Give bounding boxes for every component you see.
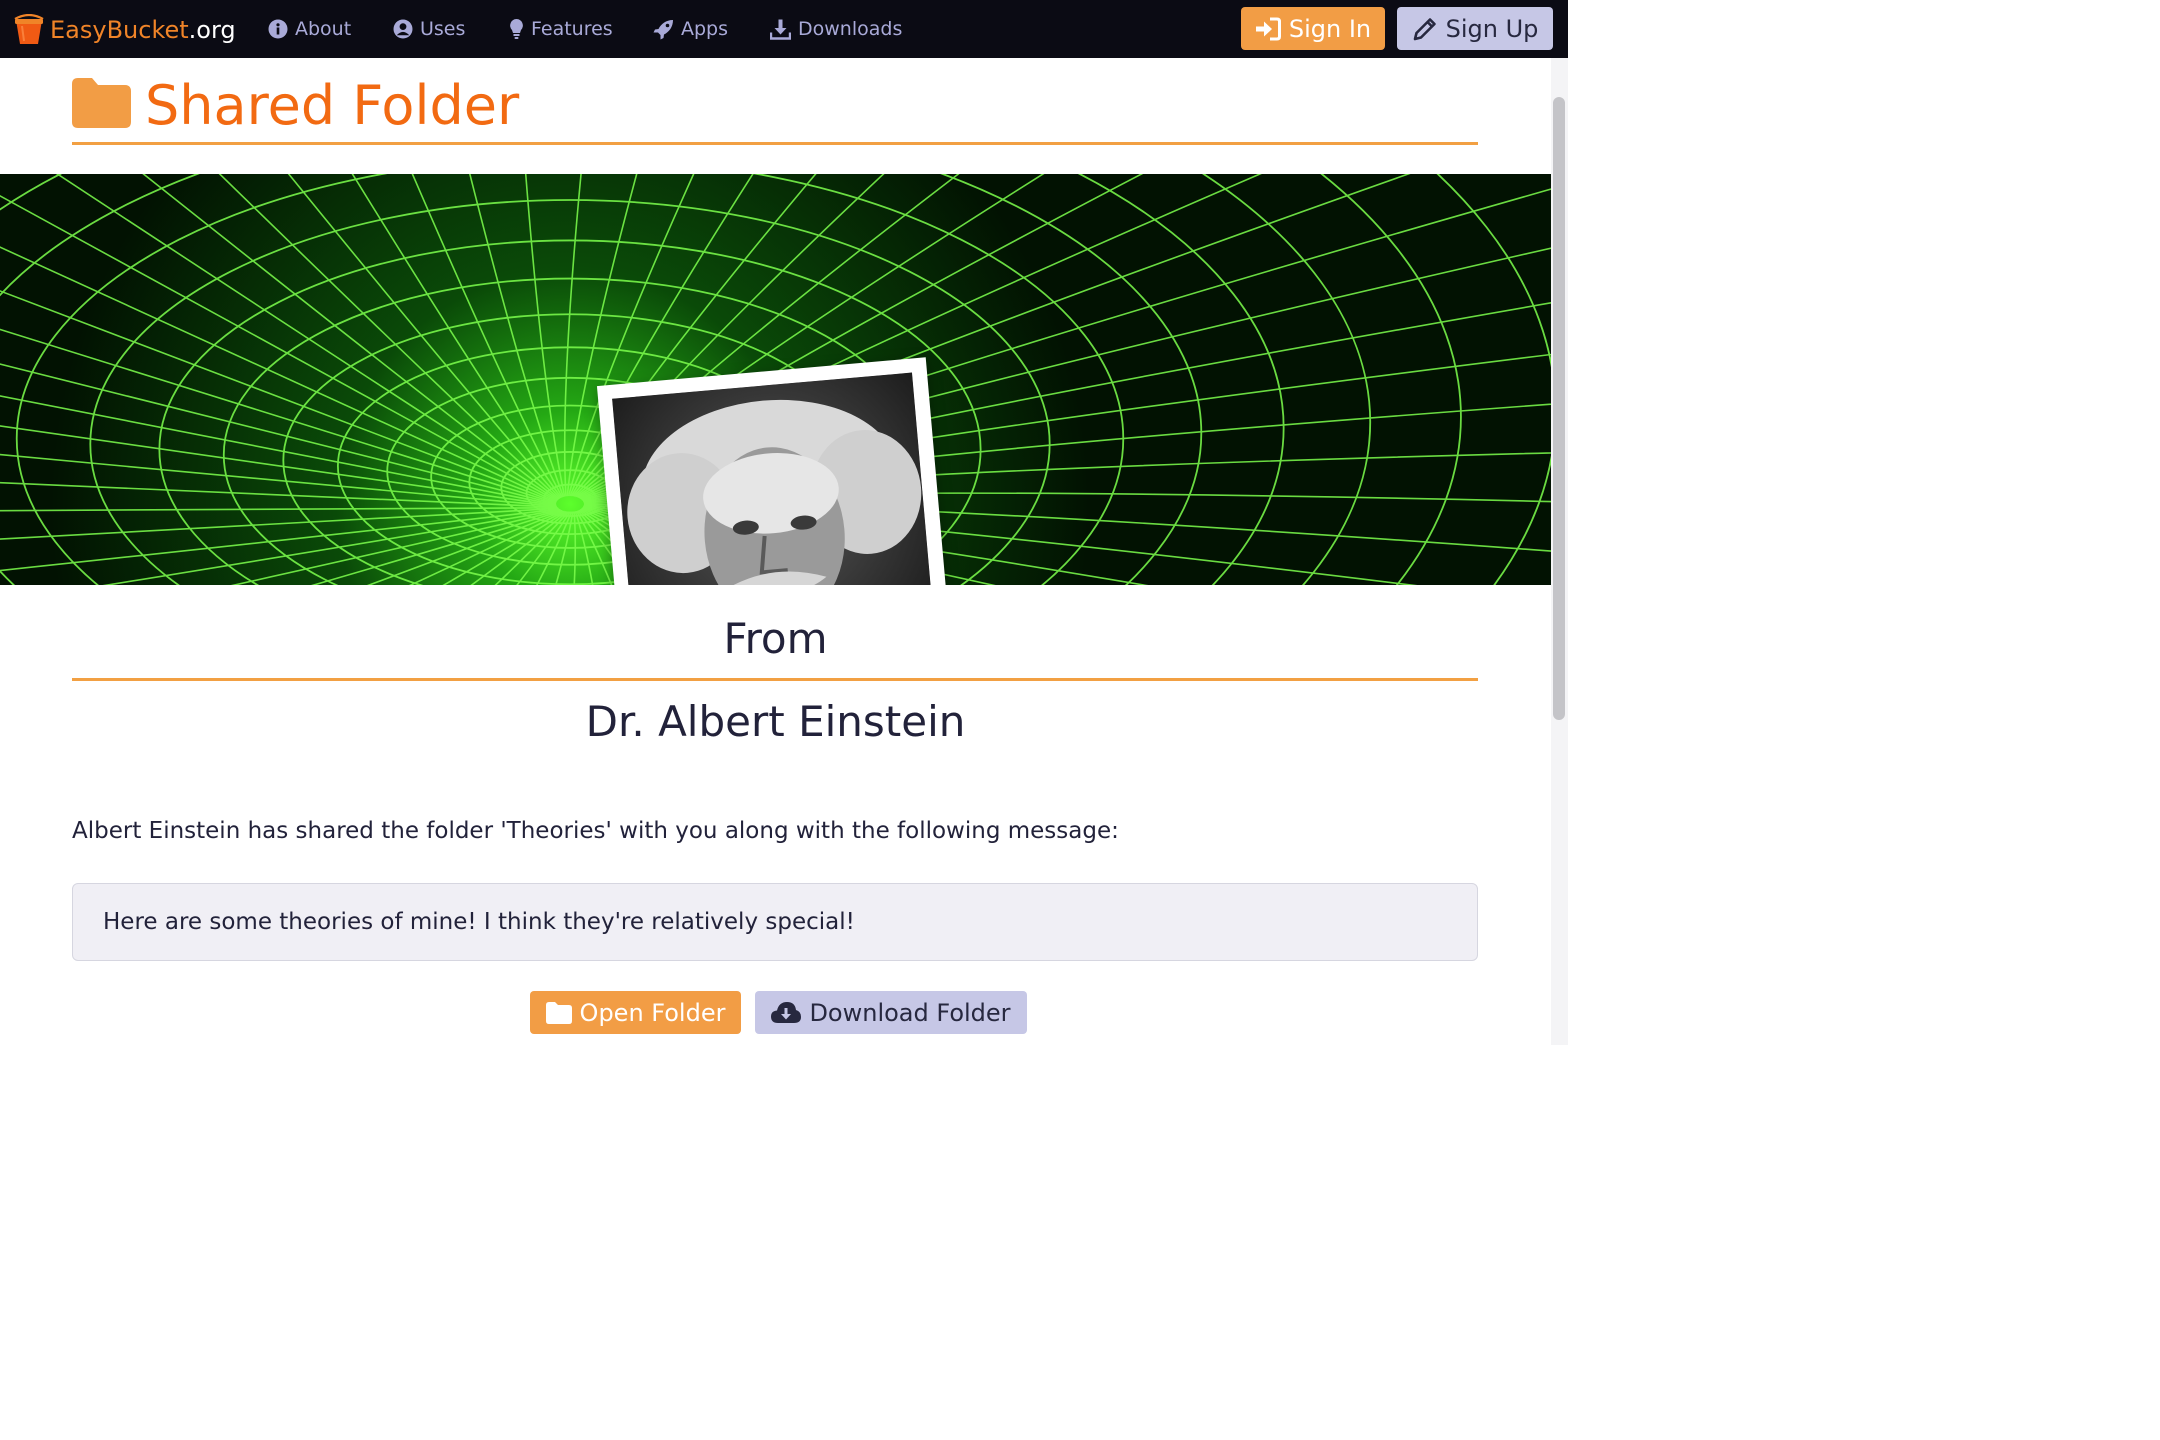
folder-open-icon <box>545 1001 580 1024</box>
lightbulb-icon <box>509 18 531 40</box>
sign-in-button[interactable]: Sign In <box>1241 7 1385 50</box>
download-icon <box>770 19 798 40</box>
hero-banner <box>0 174 1551 585</box>
nav-features-label: Features <box>531 18 613 40</box>
pencil-icon <box>1412 16 1446 42</box>
folder-icon <box>72 78 131 132</box>
sign-up-button[interactable]: Sign Up <box>1397 7 1553 50</box>
nav-apps-label: Apps <box>681 18 729 40</box>
sign-up-label: Sign Up <box>1445 14 1539 43</box>
sign-in-label: Sign In <box>1288 14 1372 43</box>
nav-about[interactable]: About <box>268 14 351 44</box>
download-folder-label: Download Folder <box>809 998 1011 1027</box>
user-circle-icon <box>393 19 420 39</box>
scrollbar-thumb[interactable] <box>1553 97 1565 720</box>
profile-photo-frame <box>596 357 958 585</box>
sender-name: Dr. Albert Einstein <box>585 697 966 746</box>
nav-about-label: About <box>295 18 352 40</box>
download-folder-button[interactable]: Download Folder <box>755 991 1027 1034</box>
nav-uses-label: Uses <box>420 18 466 40</box>
cloud-download-icon <box>771 1001 809 1025</box>
nav-uses[interactable]: Uses <box>393 14 465 44</box>
title-divider <box>72 142 1478 145</box>
open-folder-button[interactable]: Open Folder <box>530 991 741 1034</box>
brand-logo[interactable]: EasyBucket.org <box>14 13 236 47</box>
nav-downloads[interactable]: Downloads <box>770 14 902 44</box>
nav-apps[interactable]: Apps <box>653 14 728 44</box>
nav-downloads-label: Downloads <box>798 18 903 40</box>
open-folder-label: Open Folder <box>579 998 726 1027</box>
profile-photo <box>612 372 939 585</box>
bucket-icon <box>14 14 44 46</box>
rocket-icon <box>653 19 681 40</box>
sign-in-icon <box>1255 17 1289 41</box>
brand-name: EasyBucket.org <box>50 16 236 44</box>
info-circle-icon <box>268 19 295 39</box>
from-label: From <box>723 614 828 663</box>
from-divider <box>72 678 1478 681</box>
nav-features[interactable]: Features <box>509 14 613 44</box>
shared-message-text: Here are some theories of mine! I think … <box>103 909 855 935</box>
shared-message-box: Here are some theories of mine! I think … <box>72 883 1478 961</box>
page-title: Shared Folder <box>145 74 520 137</box>
share-intro-text: Albert Einstein has shared the folder 'T… <box>72 818 1119 844</box>
top-navbar: EasyBucket.org About Uses Features Apps … <box>0 0 1568 58</box>
